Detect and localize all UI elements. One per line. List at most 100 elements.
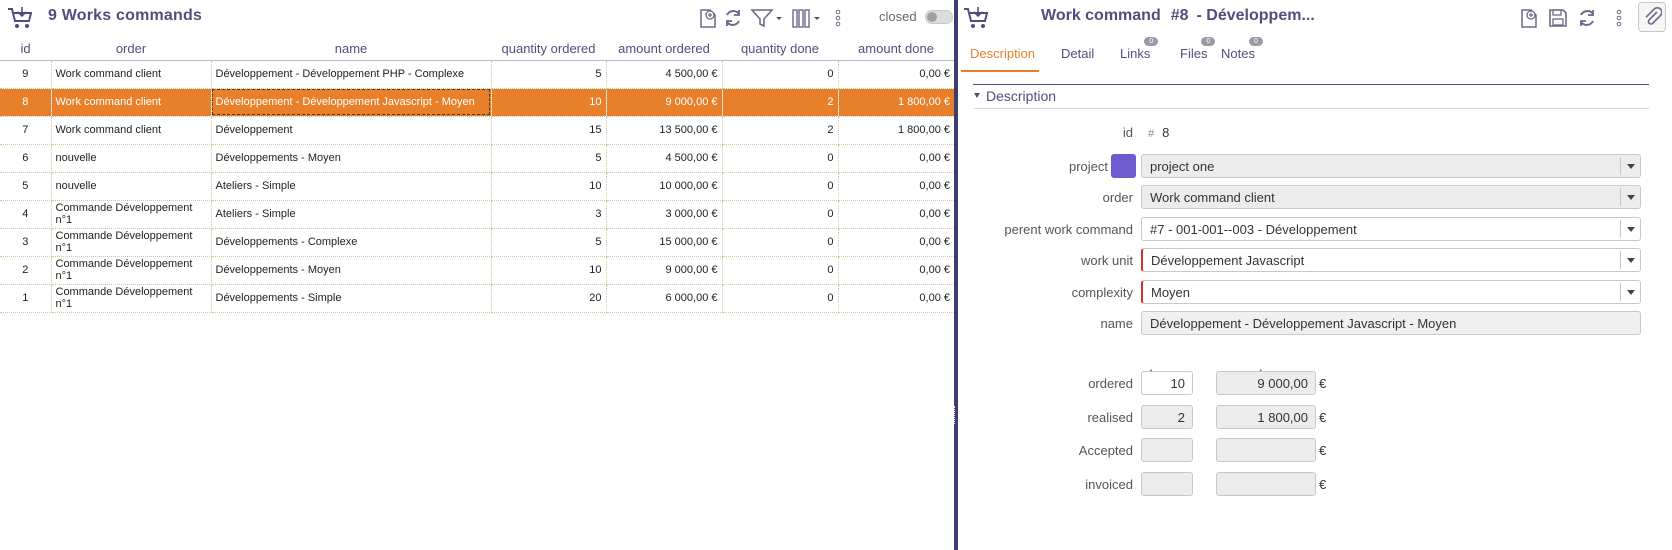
work-unit-select[interactable]: Développement Javascript bbox=[1141, 248, 1641, 272]
refresh-icon[interactable] bbox=[1575, 6, 1599, 30]
ordered-amount-field: 9 000,00 bbox=[1216, 371, 1316, 395]
column-header-amount-ordered[interactable]: amount ordered bbox=[606, 38, 722, 61]
cell-amount-ordered: 9 000,00 € bbox=[606, 88, 723, 117]
currency-symbol: € bbox=[1319, 376, 1327, 391]
tab-links[interactable]: Links 0 bbox=[1120, 37, 1159, 61]
cell-quantity-done: 2 bbox=[722, 116, 839, 145]
realised-amount-field: 1 800,00 bbox=[1216, 405, 1316, 429]
columns-icon[interactable] bbox=[790, 6, 824, 30]
cell-quantity-ordered: 20 bbox=[491, 284, 607, 313]
column-header-id[interactable]: id bbox=[0, 38, 51, 61]
notes-count-badge: 0 bbox=[1248, 37, 1263, 46]
table-row[interactable]: 9 Work command client Développement - Dé… bbox=[0, 60, 954, 89]
project-select[interactable]: project one bbox=[1141, 154, 1641, 178]
cell-quantity-done: 0 bbox=[722, 144, 839, 173]
cell-amount-done: 0,00 € bbox=[838, 144, 954, 173]
order-label: order bbox=[1102, 190, 1133, 205]
refresh-icon[interactable] bbox=[721, 6, 745, 30]
tab-active-underline bbox=[961, 70, 1039, 72]
tab-detail[interactable]: Detail bbox=[1061, 46, 1094, 61]
cell-quantity-ordered: 5 bbox=[491, 60, 607, 89]
closed-toggle[interactable] bbox=[925, 10, 953, 24]
cell-id: 3 bbox=[0, 228, 52, 257]
list-title: 9 Works commands bbox=[48, 7, 203, 24]
table-row[interactable]: 7 Work command client Développement 15 1… bbox=[0, 116, 954, 145]
parent-work-command-select[interactable]: #7 - 001-001--003 - Développement bbox=[1141, 217, 1641, 241]
table-row[interactable]: 1 Commande Développement n°1 Développeme… bbox=[0, 284, 954, 313]
table-row[interactable]: 6 nouvelle Développements - Moyen 5 4 50… bbox=[0, 144, 954, 173]
filter-icon[interactable] bbox=[750, 6, 784, 30]
detail-title: Work command #8 - Développem... bbox=[1041, 7, 1315, 25]
more-icon[interactable] bbox=[1613, 6, 1625, 30]
cell-id: 2 bbox=[0, 256, 52, 285]
links-count-badge: 0 bbox=[1144, 37, 1159, 46]
tabs-divider bbox=[973, 84, 1649, 85]
cell-amount-done: 1 800,00 € bbox=[838, 88, 954, 117]
cell-quantity-ordered: 15 bbox=[491, 116, 607, 145]
complexity-value: Moyen bbox=[1151, 285, 1191, 300]
work-unit-label: work unit bbox=[1080, 253, 1133, 268]
table-row[interactable]: 3 Commande Développement n°1 Développeme… bbox=[0, 228, 954, 257]
cell-amount-ordered: 15 000,00 € bbox=[606, 228, 723, 257]
cell-id: 8 bbox=[0, 88, 52, 117]
cell-order: Work command client bbox=[51, 88, 212, 117]
chevron-down-icon[interactable] bbox=[1620, 283, 1640, 301]
cell-amount-done: 0,00 € bbox=[838, 284, 954, 313]
table-row[interactable]: 2 Commande Développement n°1 Développeme… bbox=[0, 256, 954, 285]
chevron-down-icon[interactable] bbox=[1620, 251, 1640, 269]
files-count-badge: 0 bbox=[1201, 37, 1216, 46]
accepted-amount-field bbox=[1216, 438, 1316, 462]
cell-id: 1 bbox=[0, 284, 52, 313]
column-header-name[interactable]: name bbox=[211, 38, 491, 61]
cell-amount-ordered: 4 500,00 € bbox=[606, 60, 723, 89]
ordered-qty-input[interactable]: 10 bbox=[1141, 371, 1193, 395]
attachment-icon[interactable] bbox=[1638, 2, 1666, 32]
works-commands-table: id order name quantity ordered amount or… bbox=[0, 38, 954, 313]
chevron-down-icon[interactable] bbox=[1620, 188, 1640, 206]
chevron-down-icon[interactable] bbox=[1620, 157, 1640, 175]
cell-name: Ateliers - Simple bbox=[211, 200, 492, 229]
collapse-triangle-icon bbox=[974, 92, 980, 98]
cell-quantity-ordered: 10 bbox=[491, 172, 607, 201]
realised-qty-field: 2 bbox=[1141, 405, 1193, 429]
order-select[interactable]: Work command client bbox=[1141, 185, 1641, 209]
cell-id: 5 bbox=[0, 172, 52, 201]
cell-amount-ordered: 13 500,00 € bbox=[606, 116, 723, 145]
complexity-select[interactable]: Moyen bbox=[1141, 280, 1641, 304]
cell-quantity-done: 0 bbox=[722, 284, 839, 313]
column-header-quantity-ordered[interactable]: quantity ordered bbox=[491, 38, 606, 61]
cell-quantity-done: 0 bbox=[722, 172, 839, 201]
section-header[interactable]: Description bbox=[974, 88, 1056, 104]
cell-quantity-done: 0 bbox=[722, 200, 839, 229]
new-item-icon[interactable] bbox=[697, 6, 719, 30]
cell-name: Développements - Moyen bbox=[211, 144, 492, 173]
cell-order: Commande Développement n°1 bbox=[51, 200, 212, 229]
chevron-down-icon[interactable] bbox=[1620, 220, 1640, 238]
accepted-label: Accepted bbox=[1078, 443, 1133, 458]
cell-order: nouvelle bbox=[51, 144, 212, 173]
currency-symbol: € bbox=[1319, 477, 1327, 492]
section-divider bbox=[974, 108, 1649, 109]
table-header-row: id order name quantity ordered amount or… bbox=[0, 38, 954, 61]
name-field: Développement - Développement Javascript… bbox=[1141, 311, 1641, 335]
currency-symbol: € bbox=[1319, 410, 1327, 425]
tab-description[interactable]: Description bbox=[970, 46, 1035, 61]
table-row[interactable]: 4 Commande Développement n°1 Ateliers - … bbox=[0, 200, 954, 229]
table-row-selected[interactable]: 8 Work command client Développement - Dé… bbox=[0, 88, 954, 117]
project-color-swatch bbox=[1111, 154, 1136, 178]
column-header-order[interactable]: order bbox=[51, 38, 211, 61]
cell-id: 6 bbox=[0, 144, 52, 173]
table-row[interactable]: 5 nouvelle Ateliers - Simple 10 10 000,0… bbox=[0, 172, 954, 201]
new-item-icon[interactable] bbox=[1518, 6, 1540, 30]
tab-files[interactable]: Files 0 bbox=[1180, 37, 1216, 61]
tab-notes[interactable]: Notes 0 bbox=[1221, 37, 1263, 61]
more-icon[interactable] bbox=[832, 6, 844, 30]
name-label: name bbox=[1100, 316, 1133, 331]
invoiced-qty-field bbox=[1141, 472, 1193, 496]
column-header-amount-done[interactable]: amount done bbox=[838, 38, 954, 61]
column-header-quantity-done[interactable]: quantity done bbox=[722, 38, 838, 61]
cart-icon bbox=[6, 5, 34, 31]
cell-quantity-ordered: 10 bbox=[491, 256, 607, 285]
project-label: project bbox=[1068, 159, 1108, 174]
save-icon[interactable] bbox=[1547, 6, 1569, 30]
